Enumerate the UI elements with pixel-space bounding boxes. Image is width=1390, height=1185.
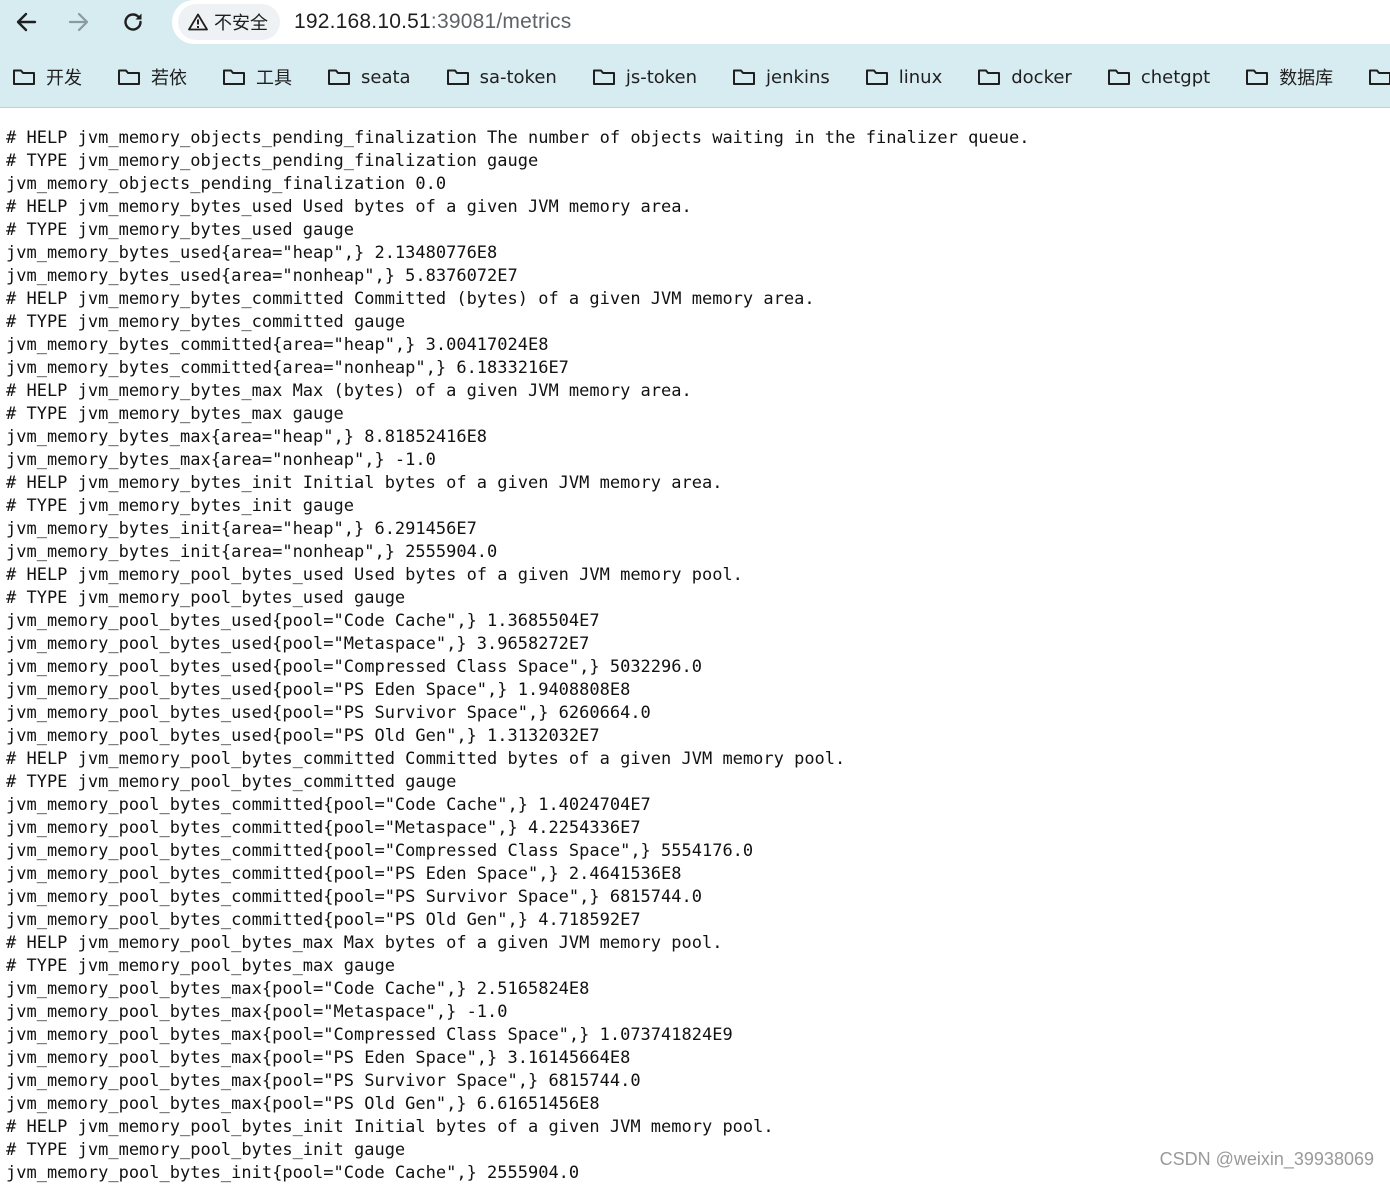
bookmark-label: 数据库 [1279,68,1334,89]
bookmark-folder[interactable]: 工具 [212,57,302,97]
metrics-line: jvm_memory_pool_bytes_max{pool="Compress… [6,1025,733,1045]
metrics-line: # TYPE jvm_memory_bytes_used gauge [6,220,354,240]
url-path: :39081/metrics [430,10,572,33]
arrow-left-icon [16,12,37,32]
metrics-line: jvm_memory_pool_bytes_max{pool="Code Cac… [6,979,590,999]
bookmark-label: jenkins [766,66,830,88]
address-bar[interactable]: 不安全 192.168.10.51:39081/metrics [172,0,1390,44]
bookmark-folder[interactable]: 开发 [2,57,92,97]
bookmarks-bar: 开发 若依 工具 seata sa-token js-token jenkins linux d… [0,56,1390,98]
folder-icon [1246,69,1269,85]
metrics-line: # HELP jvm_memory_bytes_committed Commit… [6,289,815,309]
warning-icon [188,13,208,31]
reload-button[interactable] [115,5,151,39]
metrics-line: jvm_memory_bytes_init{area="nonheap",} 2… [6,542,498,562]
metrics-line: jvm_memory_bytes_max{area="heap",} 8.818… [6,427,488,447]
metrics-line: jvm_memory_pool_bytes_max{pool="PS Eden … [6,1048,631,1068]
bookmark-folder[interactable] [1358,57,1390,97]
folder-icon [118,69,140,85]
folder-icon [865,69,888,85]
security-indicator[interactable]: 不安全 [178,4,280,40]
bookmark-label: sa-token [479,66,557,88]
metrics-line: jvm_memory_bytes_committed{area="nonheap… [6,358,569,378]
folder-icon [592,69,615,85]
bookmark-label: 开发 [46,68,82,89]
browser-chrome: 不安全 192.168.10.51:39081/metrics 开发 若依 工具 se… [0,0,1390,108]
metrics-line: # HELP jvm_memory_pool_bytes_init Initia… [6,1117,774,1137]
bookmark-folder[interactable]: jenkins [722,57,840,97]
metrics-line: # HELP jvm_memory_pool_bytes_used Used b… [6,565,743,585]
forward-button[interactable] [61,5,97,39]
bookmark-label: seata [361,66,411,88]
bookmark-label: 工具 [256,68,292,89]
folder-icon [978,69,1001,85]
metrics-line: # TYPE jvm_memory_bytes_max gauge [6,404,344,424]
bookmark-folder[interactable]: 数据库 [1235,57,1343,97]
folder-icon [1369,69,1390,85]
metrics-line: jvm_memory_bytes_used{area="nonheap",} 5… [6,266,518,286]
metrics-line: jvm_memory_pool_bytes_used{pool="Code Ca… [6,611,600,631]
folder-icon [13,69,35,85]
metrics-line: # HELP jvm_memory_pool_bytes_max Max byt… [6,933,723,953]
back-button[interactable] [8,5,44,39]
arrow-right-icon [68,12,89,32]
metrics-line: jvm_memory_bytes_used{area="heap",} 2.13… [6,243,498,263]
url-text[interactable]: 192.168.10.51:39081/metrics [294,10,571,34]
metrics-line: # TYPE jvm_memory_bytes_committed gauge [6,312,406,332]
metrics-line: jvm_memory_pool_bytes_committed{pool="PS… [6,887,702,907]
metrics-line: # HELP jvm_memory_bytes_init Initial byt… [6,473,723,493]
bookmark-label: chetgpt [1140,66,1211,88]
bookmark-folder[interactable]: seata [317,57,421,97]
metrics-line: jvm_memory_pool_bytes_max{pool="Metaspac… [6,1002,508,1022]
bookmark-folder[interactable]: linux [855,57,952,97]
metrics-line: # TYPE jvm_memory_bytes_init gauge [6,496,354,516]
metrics-line: # HELP jvm_memory_objects_pending_finali… [6,128,1030,148]
metrics-line: jvm_memory_pool_bytes_committed{pool="Co… [6,795,651,815]
metrics-line: jvm_memory_pool_bytes_used{pool="Compres… [6,657,702,677]
navigation-bar: 不安全 192.168.10.51:39081/metrics [0,0,1390,46]
url-host: 192.168.10.51 [294,10,431,33]
security-label: 不安全 [214,13,268,34]
metrics-line: jvm_memory_pool_bytes_committed{pool="Me… [6,818,641,838]
metrics-line: # TYPE jvm_memory_objects_pending_finali… [6,151,539,171]
metrics-line: jvm_memory_pool_bytes_max{pool="PS Survi… [6,1071,641,1091]
metrics-line: # HELP jvm_memory_bytes_max Max (bytes) … [6,381,692,401]
bookmark-folder[interactable]: chetgpt [1097,57,1220,97]
metrics-line: jvm_memory_pool_bytes_committed{pool="Co… [6,841,754,861]
bookmark-folder[interactable]: js-token [582,57,707,97]
metrics-line: jvm_memory_pool_bytes_committed{pool="PS… [6,910,641,930]
reload-icon [124,13,142,31]
metrics-line: jvm_memory_pool_bytes_committed{pool="PS… [6,864,682,884]
watermark: CSDN @weixin_39938069 [1159,1149,1374,1169]
bookmark-folder[interactable]: docker [967,57,1082,97]
metrics-line: # HELP jvm_memory_bytes_used Used bytes … [6,197,692,217]
metrics-line: jvm_memory_objects_pending_finalization … [6,174,447,194]
bookmark-label: 若依 [151,68,187,89]
metrics-line: # TYPE jvm_memory_pool_bytes_committed g… [6,772,457,792]
metrics-line: # TYPE jvm_memory_pool_bytes_used gauge [6,588,406,608]
metrics-line: jvm_memory_pool_bytes_used{pool="PS Old … [6,726,600,746]
bookmark-label: linux [898,66,943,88]
metrics-text: # HELP jvm_memory_objects_pending_finali… [6,127,1386,1185]
metrics-line: jvm_memory_pool_bytes_max{pool="PS Old G… [6,1094,600,1114]
metrics-line: jvm_memory_bytes_init{area="heap",} 6.29… [6,519,477,539]
metrics-line: jvm_memory_pool_bytes_used{pool="PS Eden… [6,680,631,700]
metrics-line: # TYPE jvm_memory_pool_bytes_max gauge [6,956,395,976]
folder-icon [223,69,245,85]
metrics-line: jvm_memory_pool_bytes_used{pool="Metaspa… [6,634,590,654]
metrics-line: # HELP jvm_memory_pool_bytes_committed C… [6,749,846,769]
folder-icon [446,69,469,85]
metrics-line: jvm_memory_bytes_max{area="nonheap",} -1… [6,450,436,470]
bookmark-folder[interactable]: sa-token [436,57,567,97]
metrics-line: jvm_memory_pool_bytes_used{pool="PS Surv… [6,703,651,723]
metrics-line: jvm_memory_bytes_committed{area="heap",}… [6,335,549,355]
folder-icon [733,69,756,85]
bookmark-label: docker [1011,66,1072,88]
folder-icon [1107,69,1130,85]
bookmark-folder[interactable]: 若依 [107,57,197,97]
bookmark-label: js-token [625,66,698,88]
folder-icon [328,69,350,85]
